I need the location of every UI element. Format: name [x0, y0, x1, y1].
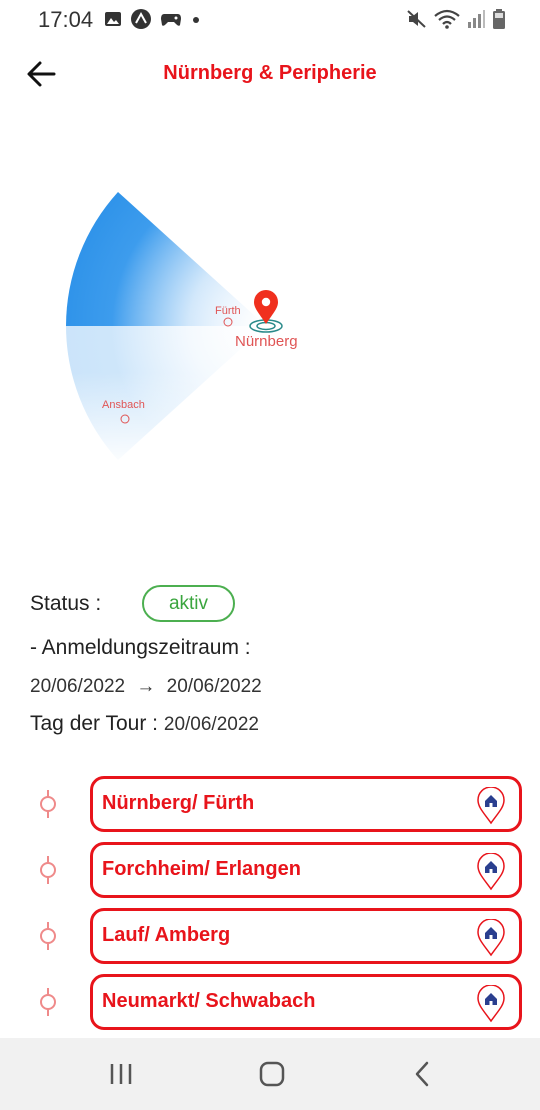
map-label-fuerth: Fürth	[215, 305, 241, 317]
list-item: Forchheim/ Erlangen	[0, 842, 540, 898]
dot-icon	[193, 17, 199, 23]
timeline-node-icon	[40, 922, 56, 950]
stop-name: Nürnberg/ Fürth	[102, 792, 255, 814]
image-icon	[105, 12, 121, 26]
registration-period-label: - Anmeldungszeitraum :	[30, 636, 251, 659]
period-end: 20/06/2022	[166, 676, 262, 697]
map-label-ansbach: Ansbach	[102, 399, 145, 411]
app-icon	[131, 9, 151, 29]
period-start: 20/06/2022	[30, 676, 126, 697]
home-pin-icon[interactable]	[476, 919, 506, 957]
status-time: 17:04	[38, 7, 94, 32]
status-badge: aktiv	[142, 585, 235, 622]
timeline-node-icon	[40, 856, 56, 884]
map-label-nuernberg: Nürnberg	[235, 333, 298, 350]
tour-date-value: 20/06/2022	[163, 714, 259, 735]
home-pin-icon[interactable]	[476, 787, 506, 825]
stop-card[interactable]: Lauf/ Amberg	[90, 908, 522, 964]
radar-sector	[60, 192, 270, 468]
status-label: Status :	[30, 592, 102, 615]
home-pin-icon[interactable]	[476, 985, 506, 1023]
arrow-right-icon: →	[136, 676, 156, 697]
map-view[interactable]: Fürth Ansbach Nürnberg	[0, 108, 540, 568]
page-title: Nürnberg & Peripherie	[163, 62, 377, 84]
timeline-node-icon	[40, 790, 56, 818]
system-nav-bar	[0, 1038, 540, 1110]
home-pin-icon[interactable]	[476, 853, 506, 891]
wifi-icon	[434, 9, 460, 29]
stop-card[interactable]: Forchheim/ Erlangen	[90, 842, 522, 898]
stop-card[interactable]: Neumarkt/ Schwabach	[90, 974, 522, 1030]
stop-card[interactable]: Nürnberg/ Fürth	[90, 776, 522, 832]
status-right-icons	[406, 8, 506, 30]
stop-name: Neumarkt/ Schwabach	[102, 990, 316, 1012]
mute-icon	[407, 10, 426, 28]
status-left-icons	[104, 8, 202, 30]
timeline-node-icon	[40, 988, 56, 1016]
home-icon[interactable]	[257, 1060, 287, 1088]
registration-period-dates: 20/06/2022 → 20/06/2022	[30, 676, 262, 698]
app-bar: Nürnberg & Peripherie	[0, 52, 540, 96]
tour-date-label: Tag der Tour :	[30, 712, 159, 735]
signal-icon	[468, 10, 485, 28]
recent-apps-icon[interactable]	[106, 1060, 136, 1088]
back-icon[interactable]	[408, 1060, 438, 1088]
list-item: Nürnberg/ Fürth	[0, 776, 540, 832]
tour-date-row: Tag der Tour : 20/06/2022	[30, 712, 259, 736]
stop-name: Forchheim/ Erlangen	[102, 858, 301, 880]
stop-name: Lauf/ Amberg	[102, 924, 231, 946]
list-item: Lauf/ Amberg	[0, 908, 540, 964]
battery-icon	[493, 9, 505, 29]
status-bar: 17:04	[0, 0, 540, 38]
list-item: Neumarkt/ Schwabach	[0, 974, 540, 1030]
game-icon	[161, 14, 181, 26]
